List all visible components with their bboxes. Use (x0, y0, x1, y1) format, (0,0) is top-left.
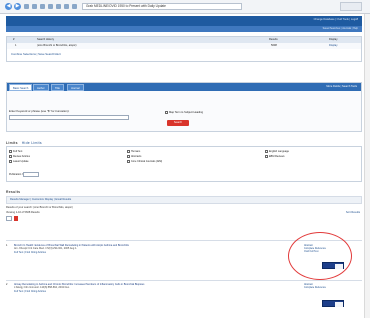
browser-toolbar: ◀ ▶ Grab MEDLINE/OVID 1950 to Present wi… (0, 0, 370, 14)
history-icon[interactable] (64, 4, 69, 9)
result-links[interactable]: Full Text | Find Citing Articles (14, 290, 296, 293)
search-icon[interactable] (48, 4, 53, 9)
limits-title-text: Limits (6, 141, 18, 145)
refresh-icon[interactable] (24, 4, 29, 9)
mail-icon[interactable] (72, 4, 77, 9)
history-row-query: (sino Bronchi or Bronchitis, atopic) (37, 44, 77, 47)
limit-latest-update[interactable]: Latest Update (9, 160, 29, 163)
limit-label: Full Text (13, 150, 23, 154)
app-header: Change Database | Ovid Tools | Logoff (6, 16, 362, 26)
app-subheader: Saved Searches | Journals | Help (6, 26, 362, 32)
checkbox-icon[interactable] (265, 150, 268, 153)
publication-year-select[interactable] (23, 172, 39, 177)
back-icon[interactable]: ◀ (5, 3, 12, 10)
header-links[interactable]: Change Database | Ovid Tools | Logoff (314, 18, 358, 21)
search-tools-links[interactable]: More Fields | Search Tools (326, 85, 357, 88)
result-side-links: Abstract Complete Reference (304, 283, 340, 289)
result-body: Airway Remodeling in Asthma and Chronic … (14, 283, 296, 293)
highlight-annotation (288, 232, 352, 280)
map-term-checkbox[interactable]: Map Term to Subject Heading (165, 111, 203, 114)
limit-label: English Language (269, 150, 290, 154)
limit-label: Latest Update (13, 160, 29, 164)
forward-icon[interactable]: ▶ (14, 3, 21, 10)
result-divider (6, 280, 362, 281)
limit-label: Humans (131, 150, 141, 154)
tab-author[interactable]: Author (33, 84, 49, 91)
go-button[interactable] (340, 2, 362, 11)
result-links[interactable]: Full Text | Find Citing Articles (14, 251, 296, 254)
home-icon[interactable] (40, 4, 45, 9)
results-toolbar[interactable]: Results Manager | Customize Display | Em… (6, 196, 362, 204)
map-term-label: Map Term to Subject Heading (169, 111, 204, 115)
checkbox-icon[interactable] (9, 155, 12, 158)
history-row[interactable]: 1 (sino Bronchi or Bronchitis, atopic) 5… (7, 43, 361, 49)
limit-label: Core Clinical Journals (AIM) (131, 160, 163, 164)
full-text-logo-icon[interactable] (322, 300, 344, 307)
checkbox-icon[interactable] (127, 160, 130, 163)
page-input[interactable] (6, 216, 12, 221)
tab-title[interactable]: Title (51, 84, 64, 91)
subheader-links[interactable]: Saved Searches | Journals | Help (323, 27, 358, 30)
limits-title: Limits Hide Limits (6, 141, 42, 145)
tab-journal[interactable]: Journal (67, 84, 84, 91)
checkbox-icon[interactable] (127, 150, 130, 153)
scrollbar[interactable] (364, 14, 370, 318)
limit-ebm-reviews[interactable]: EBM Reviews (265, 155, 285, 158)
limit-label: EBM Reviews (269, 155, 285, 159)
stop-icon[interactable] (32, 4, 37, 9)
limit-review-articles[interactable]: Review Articles (9, 155, 30, 158)
limits-box: Full Text Review Articles Latest Update … (6, 146, 362, 182)
limit-label: Abstracts (131, 155, 142, 159)
complete-reference-link[interactable]: Complete Reference (304, 286, 340, 289)
history-row-display-link[interactable]: Display (329, 43, 338, 49)
checkbox-icon[interactable] (9, 150, 12, 153)
history-row-results: 5608 (271, 44, 277, 47)
search-panel: Basic Search Author Title Journal More F… (6, 82, 362, 132)
limit-abstracts[interactable]: Abstracts (127, 155, 141, 158)
address-bar[interactable]: Grab MEDLINE/OVID 1950 to Present with D… (82, 3, 242, 10)
result-index: 1 (6, 244, 8, 247)
checkbox-icon[interactable] (265, 155, 268, 158)
limit-label: Review Articles (13, 155, 30, 159)
sort-results-link[interactable]: Sort Results (346, 211, 360, 214)
checkbox-icon[interactable] (9, 160, 12, 163)
search-input[interactable] (9, 115, 129, 120)
page-go-button[interactable] (14, 216, 18, 221)
history-actions[interactable]: Combine Selections | Save Search/Alert (11, 52, 61, 56)
checkbox-icon[interactable] (165, 111, 168, 114)
search-button[interactable]: Search (167, 120, 189, 126)
hide-limits-link[interactable]: Hide Limits (22, 141, 42, 145)
limit-humans[interactable]: Humans (127, 150, 140, 153)
search-field-label: Enter Keyword or phrase (use "$" for tru… (9, 109, 70, 113)
limit-english[interactable]: English Language (265, 150, 289, 153)
results-summary: Results of your search: (sino Bronchi or… (6, 206, 73, 209)
tab-basic-search[interactable]: Basic Search (9, 84, 33, 91)
history-row-number: 1 (15, 44, 17, 47)
search-tabs: Basic Search Author Title Journal More F… (7, 83, 361, 91)
result-index: 2 (6, 283, 8, 286)
search-history-table: # Search History Results Display 1 (sino… (6, 36, 362, 62)
favorites-icon[interactable] (56, 4, 61, 9)
results-title: Results (6, 190, 21, 194)
result-body: Bronchi In Health: Evidence of Bronchial… (14, 244, 296, 254)
limit-core-clinical[interactable]: Core Clinical Journals (AIM) (127, 160, 162, 163)
checkbox-icon[interactable] (127, 155, 130, 158)
limit-full-text[interactable]: Full Text (9, 150, 22, 153)
results-count: Viewing 1-10 of 5608 Results (6, 211, 40, 214)
